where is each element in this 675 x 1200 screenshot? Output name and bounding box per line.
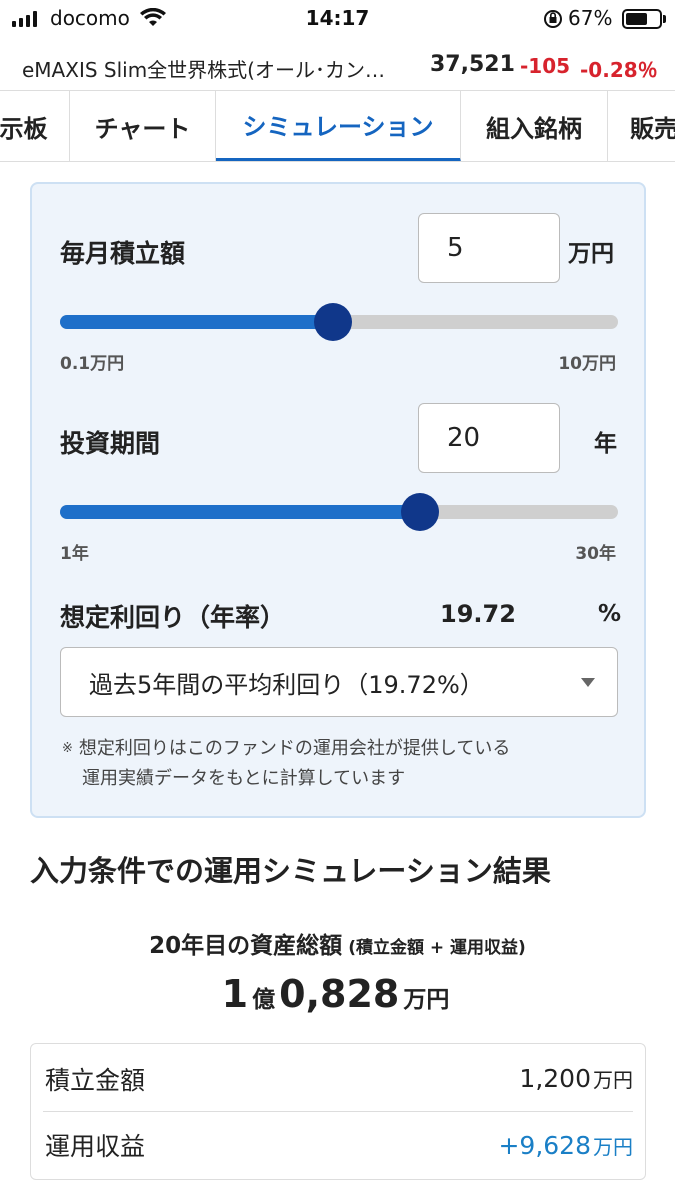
tab-chart[interactable]: チャート — [70, 91, 216, 161]
contribution-value: 1,200 万円 — [519, 1064, 633, 1093]
rotation-lock-icon — [544, 10, 562, 28]
simulation-panel: 毎月積立額 5 万円 0.1万円 10万円 投資期間 20 年 1年 30年 想… — [30, 182, 646, 818]
total-man-unit: 万円 — [403, 987, 450, 1013]
table-row: 積立金額 1,200 万円 — [43, 1046, 633, 1112]
total-assets-label-sub: (積立金額 + 運用収益) — [348, 938, 526, 958]
monthly-amount-unit: 万円 — [568, 241, 614, 267]
status-bar: docomo 14:17 67% — [0, 0, 675, 40]
fund-name: eMAXIS Slim全世界株式(オール･カン… — [22, 58, 385, 82]
tab-sales[interactable]: 販売 — [608, 91, 675, 161]
table-row: 運用収益 +9,628 万円 — [43, 1112, 633, 1178]
contribution-amount: 1,200 — [519, 1064, 591, 1093]
period-slider[interactable] — [60, 493, 618, 531]
total-assets-label-main: 20年目の資産総額 — [149, 933, 343, 959]
results-title: 入力条件での運用シミュレーション結果 — [30, 854, 551, 888]
contribution-unit: 万円 — [593, 1068, 633, 1092]
period-slider-fill — [60, 505, 421, 519]
yield-value: 19.72 — [440, 600, 516, 628]
tab-board[interactable]: 示板 — [0, 91, 70, 161]
total-man-value: 0,828 — [279, 972, 400, 1016]
total-assets-label: 20年目の資産総額 (積立金額 + 運用収益) — [0, 926, 675, 960]
period-max-label: 30年 — [575, 544, 616, 564]
total-assets-amount: 1 億 0,828 万円 — [0, 972, 675, 1016]
monthly-amount-input[interactable]: 5 — [418, 213, 560, 283]
return-unit: 万円 — [593, 1134, 633, 1159]
period-label: 投資期間 — [60, 429, 161, 458]
yield-select-value: 過去5年間の平均利回り（19.72%） — [89, 670, 484, 699]
yield-note: ※ 想定利回りはこのファンドの運用会社が提供している 運用実績データをもとに計算し… — [62, 734, 622, 794]
note-line-1: 想定利回りはこのファンドの運用会社が提供している — [78, 738, 511, 759]
return-value: +9,628 万円 — [498, 1131, 633, 1160]
note-mark: ※ — [62, 741, 73, 756]
results-breakdown-table: 積立金額 1,200 万円 運用収益 +9,628 万円 — [30, 1043, 646, 1180]
period-min-label: 1年 — [60, 544, 89, 564]
total-oku-unit: 億 — [252, 987, 276, 1013]
yield-unit: % — [598, 601, 622, 627]
monthly-amount-slider-thumb[interactable] — [314, 303, 353, 341]
total-oku-value: 1 — [221, 972, 249, 1016]
monthly-amount-slider[interactable] — [60, 303, 618, 341]
monthly-amount-label: 毎月積立額 — [60, 239, 186, 268]
contribution-label: 積立金額 — [45, 1065, 146, 1095]
yield-select[interactable]: 過去5年間の平均利回り（19.72%） — [60, 647, 618, 717]
yield-label: 想定利回り（年率） — [60, 603, 286, 632]
tab-simulation[interactable]: シミュレーション — [216, 91, 461, 161]
return-label: 運用収益 — [45, 1132, 146, 1161]
fund-price: 37,521 — [430, 52, 515, 77]
battery-tip — [663, 15, 666, 23]
period-input[interactable]: 20 — [418, 403, 560, 473]
monthly-amount-slider-fill — [60, 315, 334, 329]
monthly-min-label: 0.1万円 — [60, 354, 125, 374]
fund-header: eMAXIS Slim全世界株式(オール･カン… 37,521 -105 -0.… — [0, 44, 675, 90]
battery-percent: 67% — [568, 6, 613, 30]
tab-bar: 示板 チャート シミュレーション 組入銘柄 販売 — [0, 90, 675, 162]
battery-icon — [622, 9, 662, 29]
monthly-max-label: 10万円 — [558, 354, 616, 374]
note-line-2: 運用実績データをもとに計算しています — [82, 768, 406, 789]
fund-change: -105 — [520, 54, 571, 78]
return-amount: +9,628 — [498, 1130, 591, 1160]
tab-holdings[interactable]: 組入銘柄 — [461, 91, 608, 161]
fund-change-percent: -0.28％ — [580, 58, 658, 82]
period-slider-thumb[interactable] — [401, 493, 440, 531]
period-unit: 年 — [594, 431, 617, 457]
dropdown-arrow-icon — [581, 678, 595, 687]
